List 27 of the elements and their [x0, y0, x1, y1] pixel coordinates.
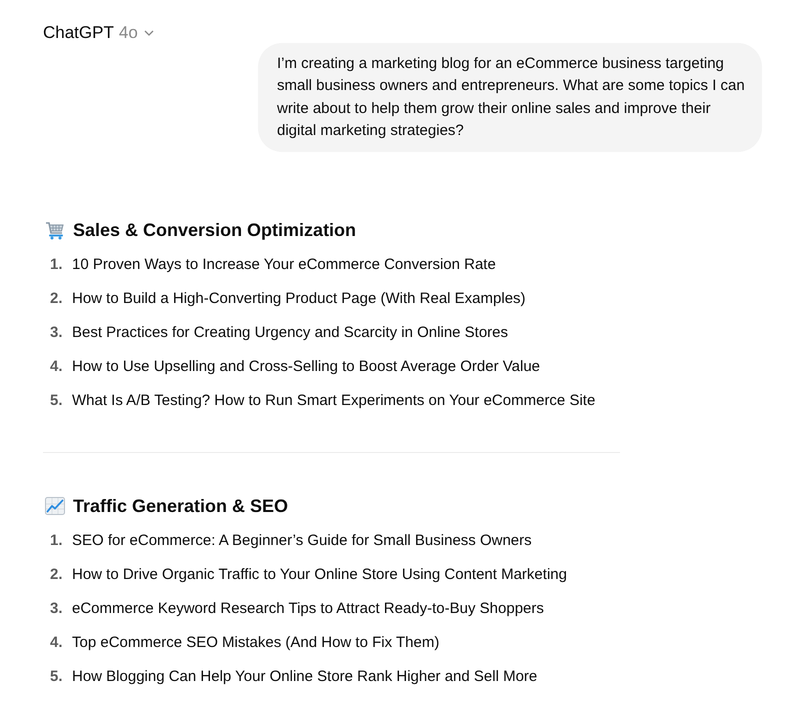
list-number: 3. [50, 322, 64, 343]
list-number: 2. [50, 564, 64, 585]
list-number: 4. [50, 356, 64, 377]
topic-title: eCommerce Keyword Research Tips to Attract Ready-to-Buy Shoppers [72, 599, 544, 620]
list-number: 4. [50, 632, 64, 653]
topic-title: SEO for eCommerce: A Beginner’s Guide for Small Business Owners [72, 531, 532, 552]
model-selector[interactable]: ChatGPT 4o [43, 22, 154, 43]
topic-title: Best Practices for Creating Urgency and Scarcity in Online Stores [72, 323, 508, 344]
section-heading: Sales & Conversion Optimization [73, 219, 356, 242]
list-number: 3. [50, 598, 64, 619]
topic-title: How Blogging Can Help Your Online Store Rank Higher and Sell More [72, 667, 538, 688]
topic-title: How to Drive Organic Traffic to Your Online Store Using Content Marketing [72, 565, 567, 586]
list-number: 1. [50, 530, 64, 551]
list-number: 5. [50, 390, 64, 411]
topic-title: What Is A/B Testing? How to Run Smart Experiments on Your eCommerce Site [72, 391, 596, 412]
line-chart-icon [45, 496, 65, 516]
topic-title: How to Use Upselling and Cross-Selling to Boost Average Order Value [72, 357, 540, 378]
topic-title: Top eCommerce SEO Mistakes (And How to Fix Them) [72, 633, 440, 654]
topic-title: 10 Proven Ways to Increase Your eCommerce Conversion Rate [72, 255, 496, 276]
list-number: 2. [50, 288, 64, 309]
section-heading: Traffic Generation & SEO [73, 495, 288, 518]
list-number: 1. [50, 254, 64, 275]
user-message-text: I’m creating a marketing blog for an eCommerce business targeting small business owners and entrepreneurs. What are some topics I can write about to help them grow their online sales and improve their digital marketing strategies? [277, 54, 746, 141]
chevron-down-icon [144, 30, 154, 36]
topic-title: How to Build a High-Converting Product Page (With Real Examples) [72, 289, 526, 310]
list-number: 5. [50, 666, 64, 687]
shopping-cart-icon [45, 220, 65, 240]
